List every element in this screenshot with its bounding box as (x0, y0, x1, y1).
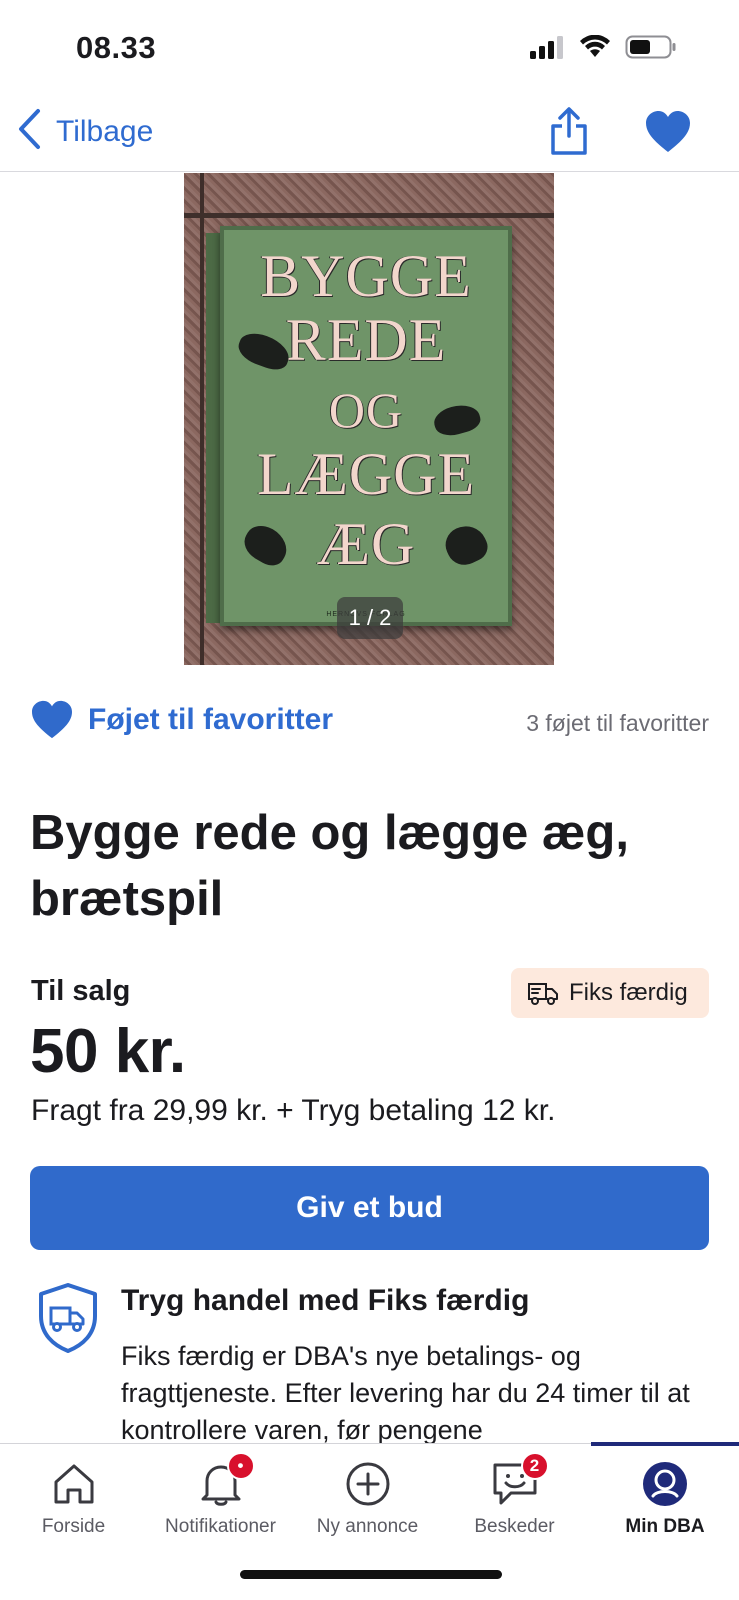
home-icon (48, 1458, 100, 1510)
tab-label: Beskeder (474, 1516, 555, 1537)
message-icon: 2 (489, 1452, 549, 1510)
image-gallery[interactable]: BYGGE REDE OG LÆGGE ÆG HERNOVS FORLAG 1 … (184, 173, 554, 665)
share-icon (551, 107, 587, 155)
tab-min-dba[interactable]: Min DBA (591, 1444, 739, 1544)
image-counter: 1 / 2 (337, 597, 403, 639)
chevron-left-icon (16, 108, 42, 155)
cover-line: LÆGGE (256, 441, 476, 507)
safe-trade-description: Fiks færdig er DBA's nye betalings- og f… (121, 1341, 690, 1445)
cover-line: BYGGE (260, 243, 472, 309)
message-count-badge: 2 (520, 1452, 549, 1480)
navigation-bar: Tilbage (0, 96, 739, 172)
profile-icon (639, 1458, 691, 1510)
tab-label: Notifikationer (165, 1516, 276, 1537)
delivery-truck-icon (528, 983, 558, 1005)
tab-beskeder[interactable]: 2 Beskeder (441, 1444, 588, 1544)
home-indicator (240, 1570, 502, 1579)
status-bar: 08.33 (0, 0, 739, 96)
tab-label: Min DBA (625, 1516, 705, 1537)
make-offer-button[interactable]: Giv et bud (30, 1166, 709, 1250)
tab-label: Ny annonce (316, 1516, 419, 1537)
sale-type-label: Til salg (31, 975, 131, 1007)
safe-trade-title: Tryg handel med Fiks færdig (121, 1284, 530, 1317)
book-cover-image: BYGGE REDE OG LÆGGE ÆG HERNOVS FORLAG (220, 226, 512, 626)
favorite-button[interactable] (644, 110, 692, 154)
listing-title: Bygge rede og lægge æg, brætspil (30, 806, 629, 926)
share-button[interactable] (548, 106, 590, 156)
shield-truck-icon (37, 1282, 99, 1354)
favorite-added-label: Føjet til favoritter (88, 703, 334, 736)
cellular-signal-icon (529, 35, 565, 64)
heart-icon (32, 700, 72, 739)
tab-forside[interactable]: Forside (0, 1444, 147, 1544)
wifi-icon (579, 34, 611, 64)
heart-icon (646, 111, 690, 152)
favorite-count: 3 føjet til favoritter (526, 710, 709, 736)
fiks-faerdig-badge: Fiks færdig (511, 968, 709, 1018)
tab-notifikationer[interactable]: • Notifikationer (147, 1444, 294, 1544)
status-icons (529, 34, 677, 65)
favorites-row: Føjet til favoritter 3 føjet til favorit… (30, 700, 709, 750)
book-spine (206, 233, 220, 623)
back-button[interactable]: Tilbage (16, 108, 153, 155)
bell-icon: • (195, 1452, 255, 1510)
tile-grout (184, 213, 554, 218)
tab-ny-annonce[interactable]: Ny annonce (294, 1444, 441, 1544)
tab-label: Forside (41, 1516, 106, 1537)
shipping-info: Fragt fra 29,99 kr. + Tryg betaling 12 k… (31, 1094, 556, 1127)
price: 50 kr. (30, 1017, 186, 1086)
badge-label: Fiks færdig (569, 979, 688, 1006)
battery-icon (625, 34, 677, 65)
notification-badge: • (226, 1452, 255, 1480)
plus-circle-icon (342, 1458, 394, 1510)
status-time: 08.33 (76, 30, 157, 65)
back-label: Tilbage (56, 114, 154, 148)
